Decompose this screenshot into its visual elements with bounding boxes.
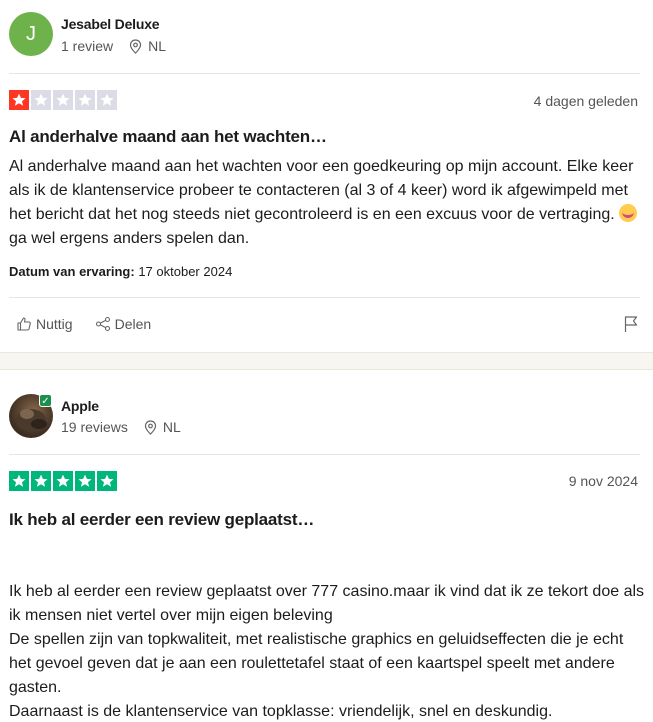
review-body: Ik heb al eerder een review geplaatst ov… [9,580,645,722]
reviewer-name[interactable]: Jesabel Deluxe [61,16,160,32]
verified-badge-icon: ✓ [39,394,52,407]
location-pin-icon [144,419,157,435]
review-title[interactable]: Al anderhalve maand aan het wachten… [9,127,327,147]
star-icon [75,471,95,491]
review-count: 1 review [61,38,114,54]
flag-icon [624,316,638,332]
reviewer-location: NL [129,38,166,54]
star-icon [97,90,117,110]
review-body-text: Al anderhalve maand aan het wachten voor… [9,158,634,223]
useful-label: Nuttig [36,316,73,332]
star-icon [9,90,29,110]
experience-label: Datum van ervaring: [9,264,135,279]
star-icon [75,90,95,110]
review-count: 19 reviews [61,419,128,435]
avatar-initial: J [26,22,36,45]
review-date: 4 dagen geleden [533,93,638,109]
experience-date: Datum van ervaring: 17 oktober 2024 [9,264,232,279]
reviewer-location: NL [144,419,181,435]
reviewer-avatar[interactable]: J [9,12,53,56]
reviewer-country: NL [162,419,181,435]
experience-value: 17 oktober 2024 [138,264,233,279]
divider [9,297,640,298]
review-title[interactable]: Ik heb al eerder een review geplaatst… [9,510,314,530]
review-separator [0,352,653,370]
review-body-paragraph: De spellen zijn van topkwaliteit, met re… [9,631,624,696]
reviewer-country: NL [148,38,167,54]
review-card: ✓ Apple 19 reviews NL 9 nov 2024 Ik heb … [0,370,653,722]
star-icon [9,471,29,491]
share-button[interactable]: Delen [95,316,152,332]
star-icon [31,90,51,110]
review-date: 9 nov 2024 [568,473,638,489]
reviewer-meta: 1 review NL [61,38,166,54]
star-icon [53,471,73,491]
review-body-paragraph: Ik heb al eerder een review geplaatst ov… [9,583,645,624]
star-icon [97,471,117,491]
review-body: Al anderhalve maand aan het wachten voor… [9,155,645,251]
review-actions: Nuttig Delen [16,316,173,332]
share-label: Delen [114,316,152,332]
review-card: J Jesabel Deluxe 1 review NL 4 dagen gel… [0,0,653,352]
star-rating [9,90,117,110]
divider [9,73,640,74]
useful-button[interactable]: Nuttig [16,316,73,332]
review-body-text-end: ga wel ergens anders spelen dan. [9,230,250,247]
report-button[interactable] [623,315,639,338]
divider [9,454,640,455]
location-pin-icon [130,38,142,54]
reviewer-meta: 19 reviews NL [61,419,181,435]
star-icon [53,90,73,110]
review-body-paragraph: Daarnaast is de klantenservice van topkl… [9,703,553,720]
share-icon [95,316,110,332]
star-icon [31,471,51,491]
star-rating [9,471,117,491]
grinning-squinting-face-icon [619,204,638,222]
reviewer-name[interactable]: Apple [61,398,99,414]
thumbs-up-icon [17,317,31,331]
